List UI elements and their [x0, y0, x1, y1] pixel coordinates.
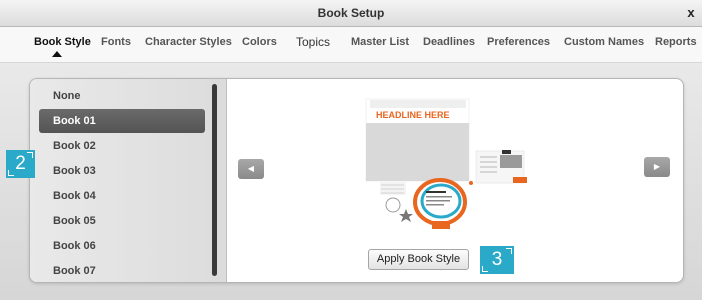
title-bar: Book Setup x: [0, 0, 702, 27]
active-tab-indicator: [52, 51, 62, 57]
tab-preferences[interactable]: Preferences: [487, 36, 550, 48]
tab-deadlines[interactable]: Deadlines: [423, 36, 475, 48]
close-icon[interactable]: x: [683, 4, 699, 22]
tab-book-style[interactable]: Book Style: [34, 36, 91, 48]
preview-area: ◀ ▶ HEADLINE HERE Apply Book Style: [228, 79, 683, 282]
window-title: Book Setup: [317, 6, 385, 20]
tab-reports[interactable]: Reports: [655, 36, 697, 48]
tab-colors[interactable]: Colors: [242, 36, 277, 48]
book-style-panel: None Book 01 Book 02 Book 03 Book 04 Boo…: [29, 78, 684, 283]
callout-badge-2: 2: [6, 150, 35, 178]
list-item-book-02[interactable]: Book 02: [39, 134, 205, 158]
list-item-book-05[interactable]: Book 05: [39, 209, 205, 233]
preview-headline: HEADLINE HERE: [376, 110, 450, 120]
list-scrollbar[interactable]: [212, 84, 217, 276]
tab-topics[interactable]: Topics: [296, 35, 330, 49]
tab-master-list[interactable]: Master List: [351, 36, 409, 48]
list-item-book-03[interactable]: Book 03: [39, 159, 205, 183]
tab-custom-names[interactable]: Custom Names: [564, 36, 644, 48]
tab-character-styles[interactable]: Character Styles: [145, 36, 232, 48]
apply-book-style-button[interactable]: Apply Book Style: [368, 249, 469, 270]
list-item-book-07[interactable]: Book 07: [39, 259, 205, 282]
list-item-none[interactable]: None: [39, 84, 205, 108]
list-item-book-04[interactable]: Book 04: [39, 184, 205, 208]
book-style-thumbnail: HEADLINE HERE: [365, 98, 527, 229]
list-item-book-06[interactable]: Book 06: [39, 234, 205, 258]
tab-bar: Book Style Fonts Character Styles Colors…: [0, 27, 702, 63]
list-item-book-01[interactable]: Book 01: [39, 109, 205, 133]
tab-fonts[interactable]: Fonts: [101, 36, 131, 48]
callout-badge-3: 3: [480, 246, 514, 274]
book-style-list: None Book 01 Book 02 Book 03 Book 04 Boo…: [30, 79, 227, 282]
